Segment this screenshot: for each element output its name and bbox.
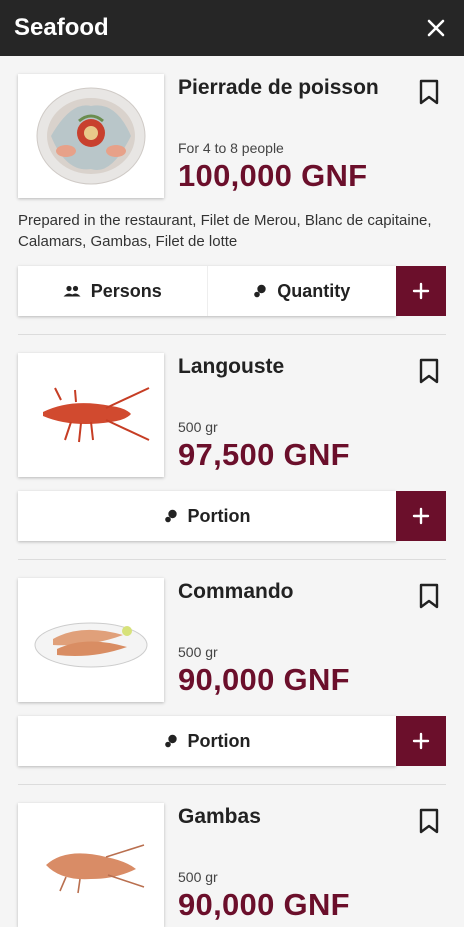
shrimp-plate-image [34,622,148,668]
portion-icon [164,509,177,523]
portion-button[interactable]: Portion [18,491,396,541]
close-icon [427,19,445,37]
bookmark-icon[interactable] [416,357,442,385]
product-serving: 500 gr [178,869,218,885]
bookmark-icon[interactable] [416,78,442,106]
page-title: Seafood [14,14,109,41]
close-button[interactable] [422,14,450,42]
product-name: Gambas [178,805,261,828]
product-serving: 500 gr [178,419,218,435]
product-price: 97,500 GNF [178,437,350,472]
product-name: Commando [178,580,294,603]
product-serving: 500 gr [178,644,218,660]
product-price: 90,000 GNF [178,662,350,697]
portion-label: Portion [187,505,251,526]
quantity-button[interactable]: Quantity [206,266,397,316]
product-image[interactable] [18,803,164,927]
product-description: Prepared in the restaurant, Filet de Mer… [18,212,432,250]
portion-button[interactable]: Portion [18,716,396,766]
portion-icon [164,734,177,748]
persons-label: Persons [90,280,162,301]
plus-icon [412,732,430,750]
bookmark-icon[interactable] [416,582,442,610]
product-card: Commando 500 gr 90,000 GNF Portion [18,560,446,785]
add-to-cart-button[interactable] [396,491,446,541]
product-image[interactable] [18,353,164,477]
product-list: Pierrade de poisson For 4 to 8 people 10… [0,56,464,927]
product-name: Pierrade de poisson [178,76,379,99]
product-serving: For 4 to 8 people [178,140,284,156]
bookmark-icon[interactable] [416,807,442,835]
quantity-label: Quantity [277,280,351,301]
lobster-image [43,387,150,443]
seafood-platter-image [36,87,146,185]
product-name: Langouste [178,355,285,378]
product-card: Langouste 500 gr 97,500 GNF Portion [18,335,446,560]
app-bar: Seafood [0,0,464,56]
persons-button[interactable]: Persons [18,266,207,316]
product-image[interactable] [18,578,164,702]
product-card: Pierrade de poisson For 4 to 8 people 10… [18,56,446,335]
product-image[interactable] [18,74,164,198]
product-price: 90,000 GNF [178,887,350,922]
add-to-cart-button[interactable] [396,716,446,766]
portion-icon [254,284,266,298]
people-icon [63,285,81,297]
product-card: Gambas 500 gr 90,000 GNF [18,785,446,927]
product-price: 100,000 GNF [178,158,368,193]
plus-icon [412,507,430,525]
portion-label: Portion [187,730,251,751]
prawn-image [46,844,145,894]
add-to-cart-button[interactable] [396,266,446,316]
plus-icon [412,282,430,300]
